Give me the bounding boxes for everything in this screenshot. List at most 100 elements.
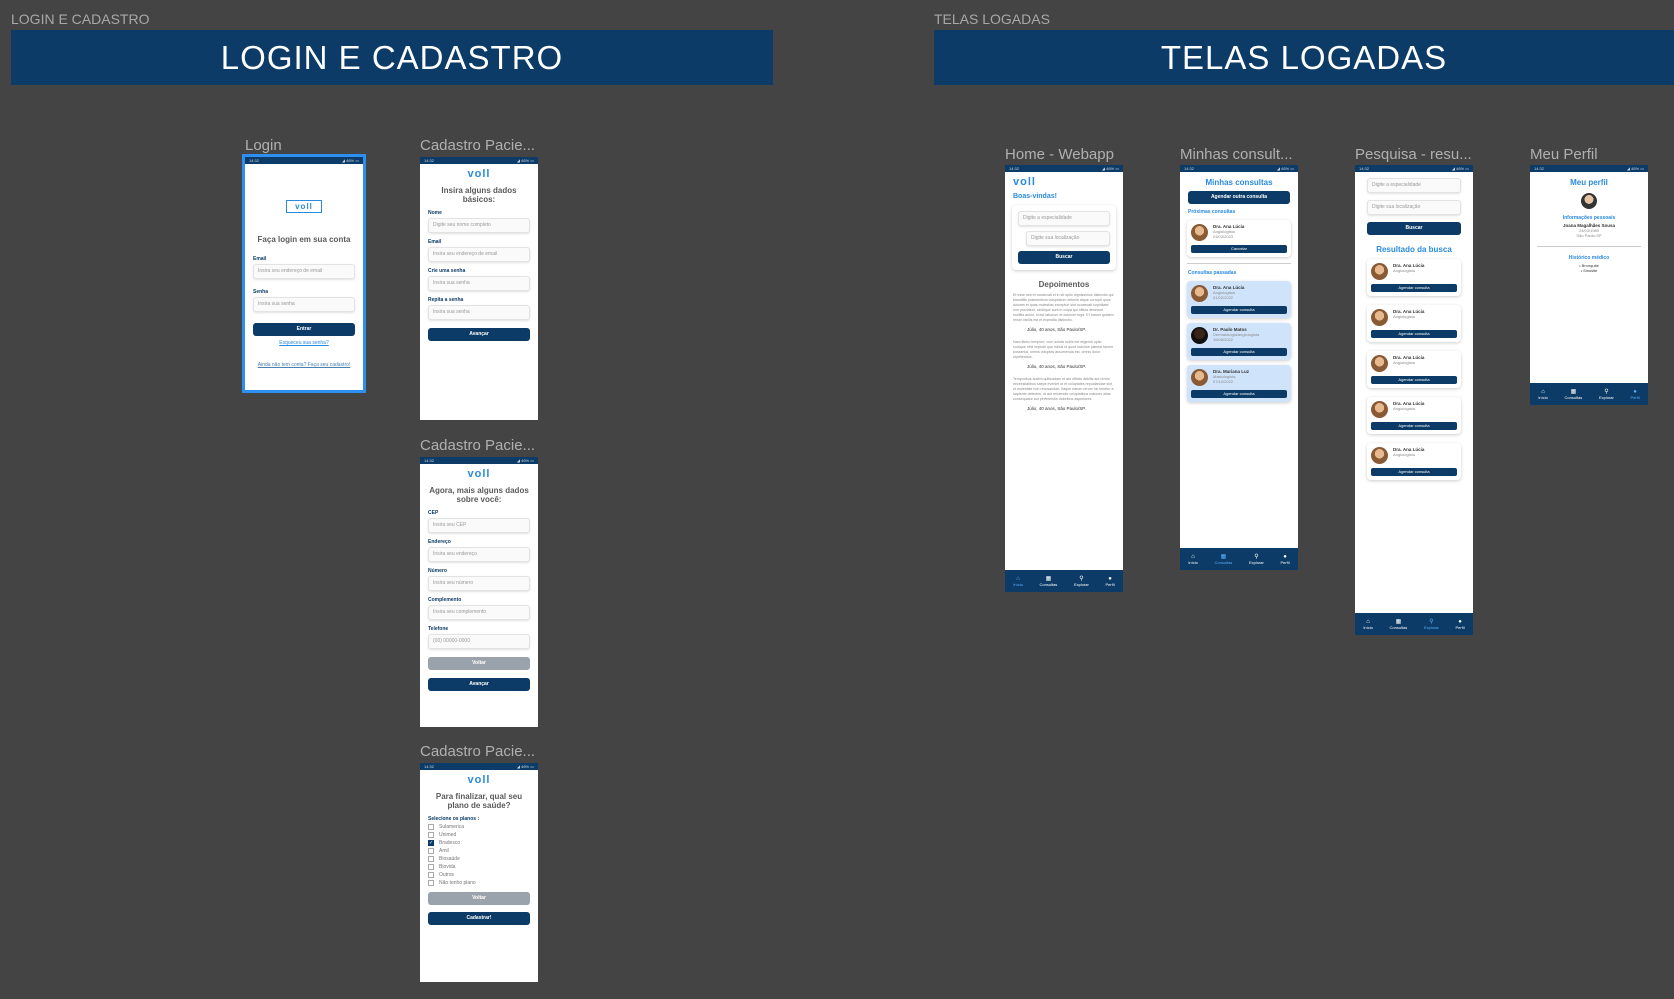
plan-option[interactable]: Unimed: [428, 832, 530, 838]
tab-perfil[interactable]: ● Perfil: [1631, 389, 1640, 400]
tab-bar: ⌂ Início ▦ Consultas ⚲ Explorar ● Perfil: [1355, 613, 1473, 635]
tab-perfil[interactable]: ● Perfil: [1281, 554, 1290, 565]
tab-explorar[interactable]: ⚲ Explorar: [1249, 553, 1264, 565]
back-button[interactable]: Voltar: [428, 892, 530, 905]
divider: [1187, 263, 1291, 264]
tab-inicio[interactable]: ⌂ Início: [1013, 576, 1023, 587]
signup3-heading: Para finalizar, qual seu plano de saúde?: [435, 792, 523, 810]
schedule-button[interactable]: Agendar consulta: [1371, 422, 1457, 430]
number-field[interactable]: Insira seu número: [428, 576, 530, 591]
appointment-date: 16/08/2022: [1213, 337, 1234, 342]
signup-link[interactable]: Ainda não tem conta? Faça seu cadastro!: [245, 362, 363, 368]
signup-step3-screen: 14:32 ◢ 46% ▭ voll Para finalizar, qual s…: [420, 763, 538, 982]
checkbox[interactable]: [428, 872, 434, 878]
checkbox[interactable]: [428, 848, 434, 854]
checkbox[interactable]: [428, 864, 434, 870]
tab-consultas[interactable]: ▦ Consultas: [1390, 618, 1408, 630]
schedule-button[interactable]: Agendar consulta: [1371, 376, 1457, 384]
specialty-input[interactable]: Digite a especialidade: [1018, 211, 1110, 226]
doctor-avatar: [1371, 355, 1388, 372]
name-label: Nome: [428, 210, 442, 216]
tab-explorar[interactable]: ⚲ Explorar: [1599, 388, 1614, 400]
schedule-button[interactable]: Agendar consulta: [1371, 330, 1457, 338]
plans-label: Selecione os planos :: [428, 816, 480, 822]
plan-option[interactable]: Biosaúde: [428, 856, 530, 862]
next-button[interactable]: Avançar: [428, 678, 530, 691]
status-bar: 14:32 ◢ 46% ▭: [1530, 165, 1648, 172]
login-button[interactable]: Entrar: [253, 323, 355, 336]
tab-perfil[interactable]: ● Perfil: [1456, 619, 1465, 630]
password-field[interactable]: Insira sua senha: [428, 276, 530, 291]
checkbox[interactable]: [428, 880, 434, 886]
signup2-heading: Agora, mais alguns dados sobre você:: [429, 486, 529, 504]
plan-option[interactable]: Outros: [428, 872, 530, 878]
plan-option[interactable]: Biovida: [428, 864, 530, 870]
register-button[interactable]: Cadastrar!: [428, 912, 530, 925]
schedule-button[interactable]: Agendar consulta: [1191, 306, 1287, 314]
plan-option[interactable]: ✓ Bradesco: [428, 840, 530, 846]
location-input[interactable]: Digite sua localização: [1026, 231, 1110, 246]
tab-inicio[interactable]: ⌂ Início: [1363, 619, 1373, 630]
search-button[interactable]: Buscar: [1367, 222, 1461, 235]
specialty-input[interactable]: Digite a especialidade: [1367, 178, 1461, 193]
tab-consultas[interactable]: ▦ Consultas: [1565, 388, 1583, 400]
name-field[interactable]: Digite seu nome completo: [428, 218, 530, 233]
tab-explorar[interactable]: ⚲ Explorar: [1424, 618, 1439, 630]
doctor-avatar: [1191, 369, 1208, 386]
schedule-button[interactable]: Agendar consulta: [1371, 284, 1457, 292]
plan-option[interactable]: Amil: [428, 848, 530, 854]
email-field[interactable]: Insira seu endereço de email: [253, 264, 355, 279]
checkbox[interactable]: [428, 824, 434, 830]
schedule-button[interactable]: Agendar consulta: [1191, 390, 1287, 398]
next-button[interactable]: Avançar: [428, 328, 530, 341]
email-field[interactable]: Insira seu endereço de email: [428, 247, 530, 262]
profile-screen: 14:32 ◢ 46% ▭ Meu perfil Informações pess…: [1530, 165, 1648, 405]
testimonials-title: Depoimentos: [1038, 280, 1090, 289]
checkbox[interactable]: [428, 856, 434, 862]
appointment-date: 01/02/2022: [1213, 295, 1234, 300]
status-bar: 14:32 ◢ 46% ▭: [1355, 165, 1473, 172]
voll-logo: voll: [1013, 176, 1036, 188]
tab-inicio[interactable]: ⌂ Início: [1188, 554, 1198, 565]
tab-consultas[interactable]: ▦ Consultas: [1040, 575, 1058, 587]
login-screen[interactable]: 14:32 ◢ 46% ▭ voll Faça login em sua cont…: [242, 154, 366, 393]
testimonial-text: Et esse sint et occaecati et in sit opti…: [1013, 293, 1114, 322]
divider: [1537, 246, 1641, 247]
password-field[interactable]: Insira sua senha: [253, 297, 355, 312]
schedule-button[interactable]: Agendar consulta: [1371, 468, 1457, 476]
new-appointment-button[interactable]: Agendar outra consulta: [1188, 191, 1290, 204]
phone-field[interactable]: (00) 00000-0000: [428, 634, 530, 649]
plan-label: Bradesco: [439, 840, 461, 846]
tab-explorar[interactable]: ⚲ Explorar: [1074, 575, 1089, 587]
plan-option[interactable]: Não tenho plano: [428, 880, 530, 886]
calendar-icon: ▦: [1395, 619, 1402, 625]
consultas-screen: 14:32 ◢ 46% ▭ Minhas consultas Agendar ou…: [1180, 165, 1298, 570]
plan-option[interactable]: Sulamerica: [428, 824, 530, 830]
doctor-specialty: Angiologista: [1393, 314, 1415, 319]
back-button[interactable]: Voltar: [428, 657, 530, 670]
cep-field[interactable]: Insira seu CEP: [428, 518, 530, 533]
phone-label: Telefone: [428, 626, 449, 632]
cancel-button[interactable]: Cancelar: [1191, 245, 1287, 253]
past-appointment-card: Dra. Mariana Luz Mastologista 07/10/2022 Ag…: [1187, 365, 1291, 402]
tab-consultas[interactable]: ▦ Consultas: [1215, 553, 1233, 565]
password-label: Crie uma senha: [428, 268, 466, 274]
tab-perfil[interactable]: ● Perfil: [1106, 576, 1115, 587]
complement-label: Complemento: [428, 597, 462, 603]
forgot-password-link[interactable]: Esqueceu sua senha?: [245, 340, 363, 346]
password-label: Senha: [253, 289, 269, 295]
tab-inicio[interactable]: ⌂ Início: [1538, 389, 1548, 400]
checkbox[interactable]: ✓: [428, 840, 434, 846]
location-input[interactable]: Digite sua localização: [1367, 200, 1461, 215]
search-button[interactable]: Buscar: [1018, 251, 1110, 264]
voll-logo: voll: [467, 468, 491, 480]
repeat-password-field[interactable]: Insira sua senha: [428, 305, 530, 320]
complement-field[interactable]: Insira seu complemento: [428, 605, 530, 620]
checkbox[interactable]: [428, 832, 434, 838]
section-label-login: LOGIN E CADASTRO: [11, 11, 150, 27]
frame-title-perfil: Meu Perfil: [1530, 146, 1598, 163]
schedule-button[interactable]: Agendar consulta: [1191, 348, 1287, 356]
calendar-icon: ▦: [1045, 576, 1052, 582]
welcome-text: Boas-vindas!: [1013, 193, 1057, 200]
address-field[interactable]: Insira seu endereço: [428, 547, 530, 562]
